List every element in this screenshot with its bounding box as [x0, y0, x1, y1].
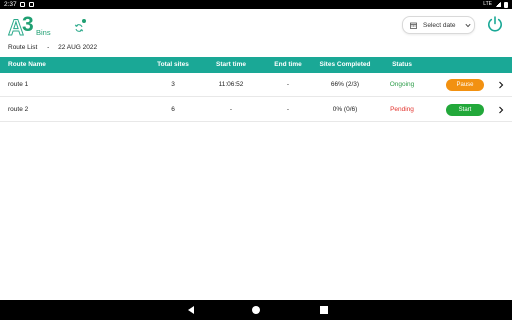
system-status-bar: 2:37 LTE — [0, 0, 512, 9]
sites-completed-cell: 66% (2/3) — [330, 81, 360, 88]
system-navigation-bar — [0, 300, 512, 320]
end-time-cell: - — [286, 81, 290, 88]
date-select-dropdown[interactable]: Select date — [402, 16, 475, 34]
table-row[interactable]: route 2 6 - - 0% (0/6) Pending Start — [0, 98, 512, 122]
signal-icon — [495, 2, 501, 7]
network-type: LTE — [483, 1, 492, 7]
breadcrumb-page: Route List — [8, 44, 38, 51]
column-header-status: Status — [392, 61, 412, 68]
breadcrumb: Route List - 22 AUG 2022 — [8, 44, 97, 51]
column-header-sites-completed: Sites Completed — [319, 61, 371, 68]
app-notification-icon — [29, 2, 34, 7]
table-row[interactable]: route 1 3 11:06:52 - 66% (2/3) Ongoing P… — [0, 73, 512, 97]
total-sites-cell: 6 — [171, 106, 175, 113]
status-cell: Pending — [390, 106, 414, 113]
calendar-icon — [410, 22, 417, 29]
app-screen: 2:37 LTE A 3 Bins Select date Route List… — [0, 0, 512, 320]
battery-icon — [504, 1, 508, 8]
start-button[interactable]: Start — [446, 104, 484, 116]
start-time-cell: - — [229, 106, 233, 113]
start-time-cell: 11:06:52 — [218, 81, 244, 88]
status-cell: Ongoing — [389, 81, 415, 88]
status-time: 2:37 — [4, 1, 17, 8]
table-header: Route Name Total sites Start time End ti… — [0, 57, 512, 73]
home-icon[interactable] — [252, 306, 260, 314]
route-name-cell: route 2 — [8, 106, 29, 113]
date-select-placeholder: Select date — [423, 22, 456, 29]
sites-completed-cell: 0% (0/6) — [332, 106, 358, 113]
breadcrumb-separator: - — [47, 44, 50, 51]
back-icon[interactable] — [186, 305, 196, 315]
breadcrumb-date: 22 AUG 2022 — [58, 44, 98, 51]
column-header-total-sites: Total sites — [157, 61, 189, 68]
power-icon[interactable] — [486, 15, 504, 33]
notification-icon — [20, 2, 25, 7]
sync-icon[interactable] — [74, 23, 84, 33]
pause-button[interactable]: Pause — [446, 79, 484, 91]
chevron-right-icon[interactable] — [498, 81, 504, 89]
chevron-right-icon[interactable] — [498, 106, 504, 114]
route-name-cell: route 1 — [8, 81, 29, 88]
end-time-cell: - — [286, 106, 290, 113]
recent-apps-icon[interactable] — [320, 306, 328, 314]
column-header-start-time: Start time — [216, 61, 246, 68]
app-header: A 3 Bins Select date — [0, 9, 512, 41]
total-sites-cell: 3 — [171, 81, 175, 88]
column-header-route-name: Route Name — [8, 61, 46, 68]
logo-number: 3 — [22, 13, 34, 36]
logo-word: Bins — [36, 28, 51, 37]
chevron-down-icon — [465, 23, 471, 28]
column-header-end-time: End time — [274, 61, 302, 68]
status-right-group: LTE — [483, 0, 508, 9]
app-logo: A 3 Bins — [8, 13, 90, 41]
